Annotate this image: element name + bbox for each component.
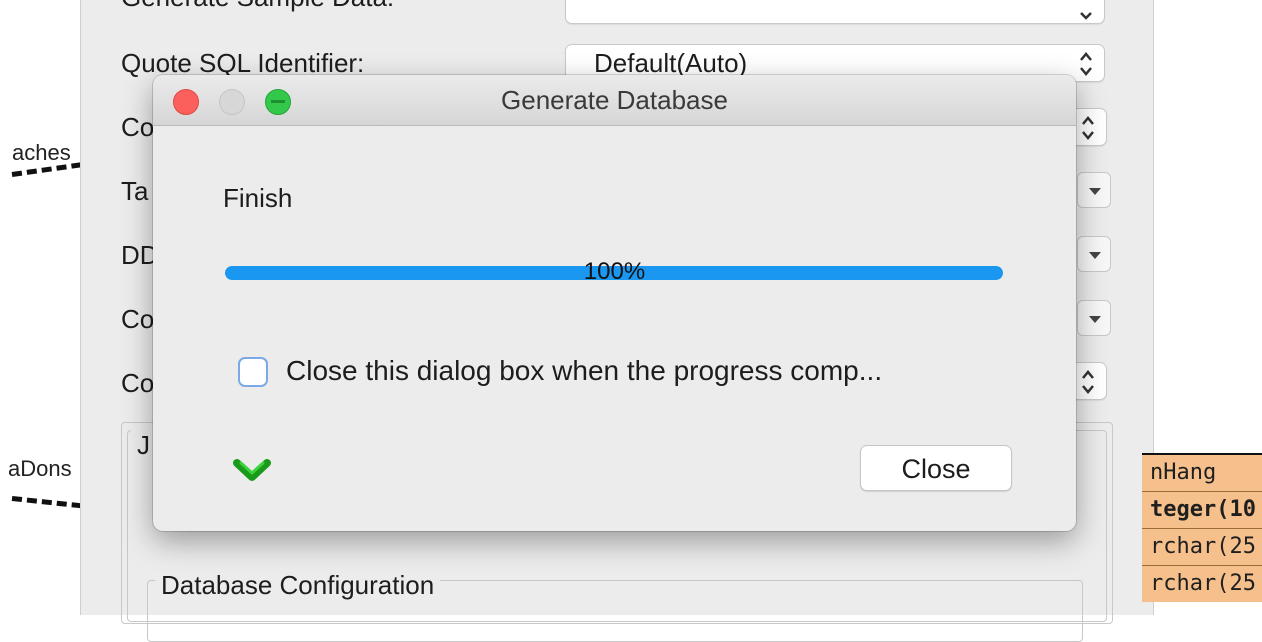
er-table-row: rchar(25 <box>1142 528 1262 565</box>
setting-row-label: Ta <box>121 176 149 206</box>
dropdown-button[interactable] <box>1077 236 1111 272</box>
updown-arrows-icon <box>1082 116 1094 140</box>
generate-sample-data-select[interactable] <box>565 0 1105 24</box>
setting-row-label: Co <box>121 368 155 398</box>
database-configuration-title: Database Configuration <box>155 570 441 601</box>
dropdown-button[interactable] <box>1077 300 1111 336</box>
er-table-row: rchar(25 <box>1142 565 1262 602</box>
dialog-titlebar[interactable]: Generate Database <box>153 75 1076 126</box>
updown-arrows-icon <box>1082 370 1094 394</box>
progress-status: Finish <box>223 183 293 213</box>
er-entity-label-bottom: aDons <box>8 456 72 481</box>
dropdown-button[interactable] <box>1077 172 1111 208</box>
chevron-down-icon[interactable] <box>233 455 271 485</box>
er-entity-table: nHang teger(10 rchar(25 rchar(25 <box>1142 453 1262 602</box>
er-table-row: teger(10 <box>1142 491 1262 528</box>
triangle-down-icon <box>1089 316 1101 323</box>
quote-sql-identifier-value: Default(Auto) <box>594 48 748 78</box>
triangle-down-icon <box>1089 188 1101 195</box>
er-entity-label-top: aches <box>12 140 71 165</box>
setting-row-label: Co <box>121 112 155 142</box>
er-relationship-line-bottom <box>11 496 82 509</box>
app-canvas: aches aDons Generate Sample Data: Quote … <box>0 0 1262 642</box>
generate-sample-data-label: Generate Sample Data: <box>121 0 394 13</box>
er-table-title: nHang <box>1142 453 1262 491</box>
close-button[interactable]: Close <box>860 445 1012 491</box>
close-on-complete-checkbox[interactable] <box>238 357 268 387</box>
dialog-title: Generate Database <box>501 85 728 115</box>
updown-arrows-icon <box>1080 52 1092 76</box>
generate-database-dialog: Generate Database Finish 100% Close this… <box>153 75 1076 531</box>
close-on-complete-label[interactable]: Close this dialog box when the progress … <box>286 355 882 387</box>
progress-percent: 100% <box>583 258 646 285</box>
updown-arrows-icon <box>1080 12 1092 20</box>
triangle-down-icon <box>1089 252 1101 259</box>
setting-row-label: Co <box>121 304 155 334</box>
